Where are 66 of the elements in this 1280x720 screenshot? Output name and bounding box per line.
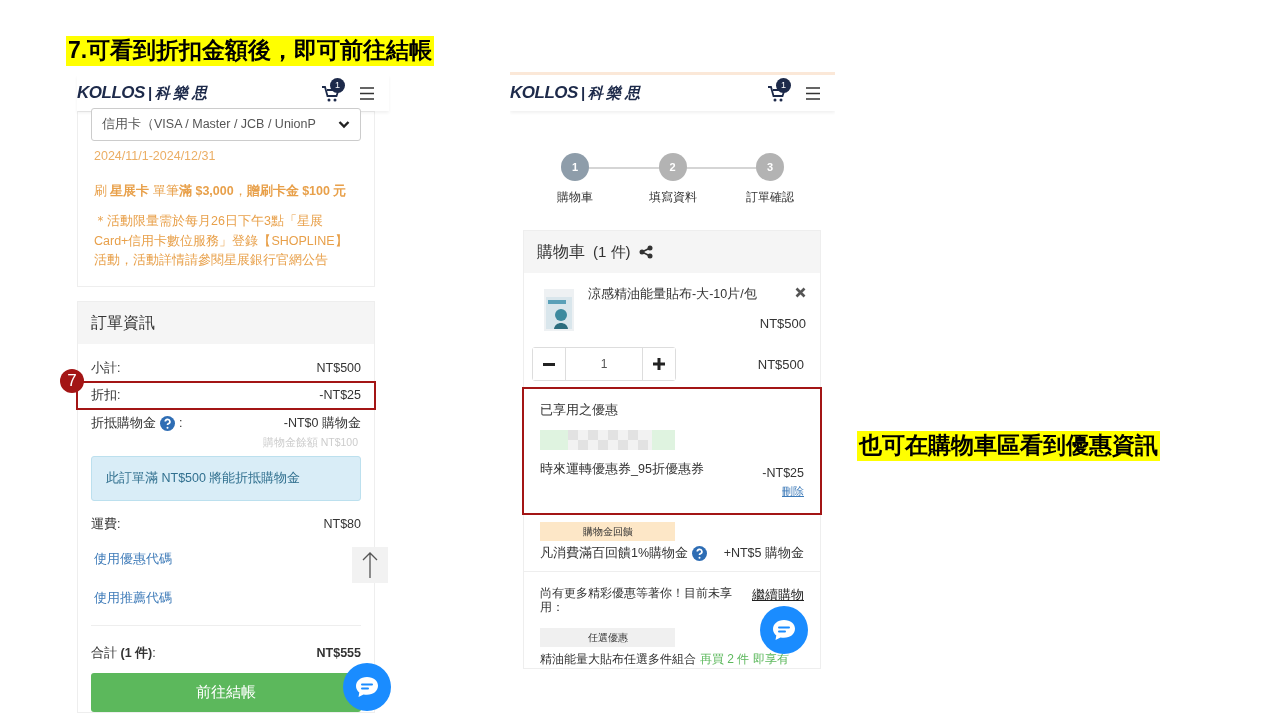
logo-text[interactable]: KOLLOS xyxy=(510,80,578,106)
step-circle: 3 xyxy=(756,153,784,181)
menu-icon[interactable] xyxy=(805,86,821,100)
cashback-value: +NT$5 購物金 xyxy=(723,545,804,563)
promo-dates: 2024/11/1-2024/12/31 xyxy=(93,147,217,165)
row-value: -NT$25 xyxy=(319,387,361,405)
slide-caption: 也可在購物車區看到優惠資訊 xyxy=(857,431,1160,461)
cashback-text: 凡消費滿百回饋1%購物金 xyxy=(540,545,689,563)
row-value: NT$500 xyxy=(316,360,361,378)
remove-link[interactable]: 刪除 xyxy=(782,482,804,500)
help-icon[interactable] xyxy=(160,415,175,431)
line-total: NT$500 xyxy=(757,355,804,374)
unit-price: NT$500 xyxy=(758,314,806,333)
total-label: 合計 (1 件): xyxy=(91,645,156,663)
chat-icon xyxy=(771,618,797,642)
promo-message: 尚有更多精彩優惠等著你！目前未享用： xyxy=(540,586,733,615)
row-label: : xyxy=(179,414,183,432)
continue-shopping-link[interactable]: 繼續購物 xyxy=(752,586,804,605)
offer-hint: 再買 2 件 即享有 xyxy=(700,651,789,666)
step-label: 訂單確認 xyxy=(746,189,794,206)
help-icon[interactable] xyxy=(692,546,708,562)
offers-title: 已享用之優惠 xyxy=(540,402,619,420)
plus-icon xyxy=(653,358,665,371)
payment-select[interactable]: 信用卡（VISA / Master / JCB / UnionP xyxy=(91,108,361,141)
offer-tag: 任選優惠 xyxy=(540,627,675,647)
row-value: -NT$0 購物金 xyxy=(283,414,361,432)
row-label: 小計: xyxy=(91,360,121,378)
cart-count-badge: 1 xyxy=(776,78,791,93)
step-circle: 2 xyxy=(658,153,687,181)
chat-button[interactable] xyxy=(343,663,391,711)
share-icon[interactable] xyxy=(638,245,653,259)
product-name: 涼感精油能量貼布-大-10片/包 xyxy=(588,286,757,303)
row-label: 折扣: xyxy=(91,387,121,405)
menu-icon[interactable] xyxy=(359,86,375,100)
cart-title: 購物車 xyxy=(537,242,585,262)
panel-title: 訂單資訊 xyxy=(78,302,374,345)
code-link[interactable]: 使用優惠代碼 xyxy=(94,549,172,569)
offer-tag: 購物金回饋 xyxy=(540,522,675,542)
total-value: NT$555 xyxy=(316,645,361,663)
coupon-name: 時來運轉優惠券_95折優惠券 xyxy=(540,461,704,478)
row-label: 運費: xyxy=(91,516,121,534)
cart-count-badge: 1 xyxy=(330,78,345,93)
chevron-down-icon xyxy=(338,119,350,129)
promo-offer: 刷 星展卡 單筆滿 $3,000，贈刷卡金 $100 元 xyxy=(93,182,348,200)
code-link[interactable]: 使用推薦代碼 xyxy=(94,588,172,608)
coupon-amount: -NT$25 xyxy=(762,465,804,482)
row-label: 折抵購物金 xyxy=(91,414,156,432)
row-value: NT$80 xyxy=(323,516,361,534)
slide-caption: 7.可看到折扣金額後，即可前往結帳 xyxy=(66,36,435,66)
cart-count: (1 件) xyxy=(593,241,631,262)
logo-text: | 科 樂 思 xyxy=(580,82,640,103)
step-marker: 7 xyxy=(60,369,84,394)
chat-button[interactable] xyxy=(760,606,808,654)
logo-text[interactable]: KOLLOS xyxy=(77,80,145,106)
minus-icon xyxy=(543,362,555,366)
close-icon[interactable] xyxy=(795,287,806,298)
step-label: 填寫資料 xyxy=(648,189,697,206)
info-alert: 此訂單滿 NT$500 將能折抵購物金 xyxy=(91,456,361,502)
promo-note: ＊活動限量需於每月26日下午3點「星展Card+信用卡數位服務」登錄【SHOPLINE】活動，活動詳情請參閱星展銀行官網公告 xyxy=(93,213,349,269)
scroll-top-button[interactable] xyxy=(352,547,388,583)
chat-icon xyxy=(354,675,380,699)
logo-text: | 科 樂 思 xyxy=(147,82,207,103)
arrow-up-icon xyxy=(362,551,378,579)
step-circle: 1 xyxy=(561,153,589,181)
offer-name: 精油能量大貼布任選多件組合 xyxy=(540,651,696,666)
step-label: 購物車 xyxy=(557,189,593,206)
